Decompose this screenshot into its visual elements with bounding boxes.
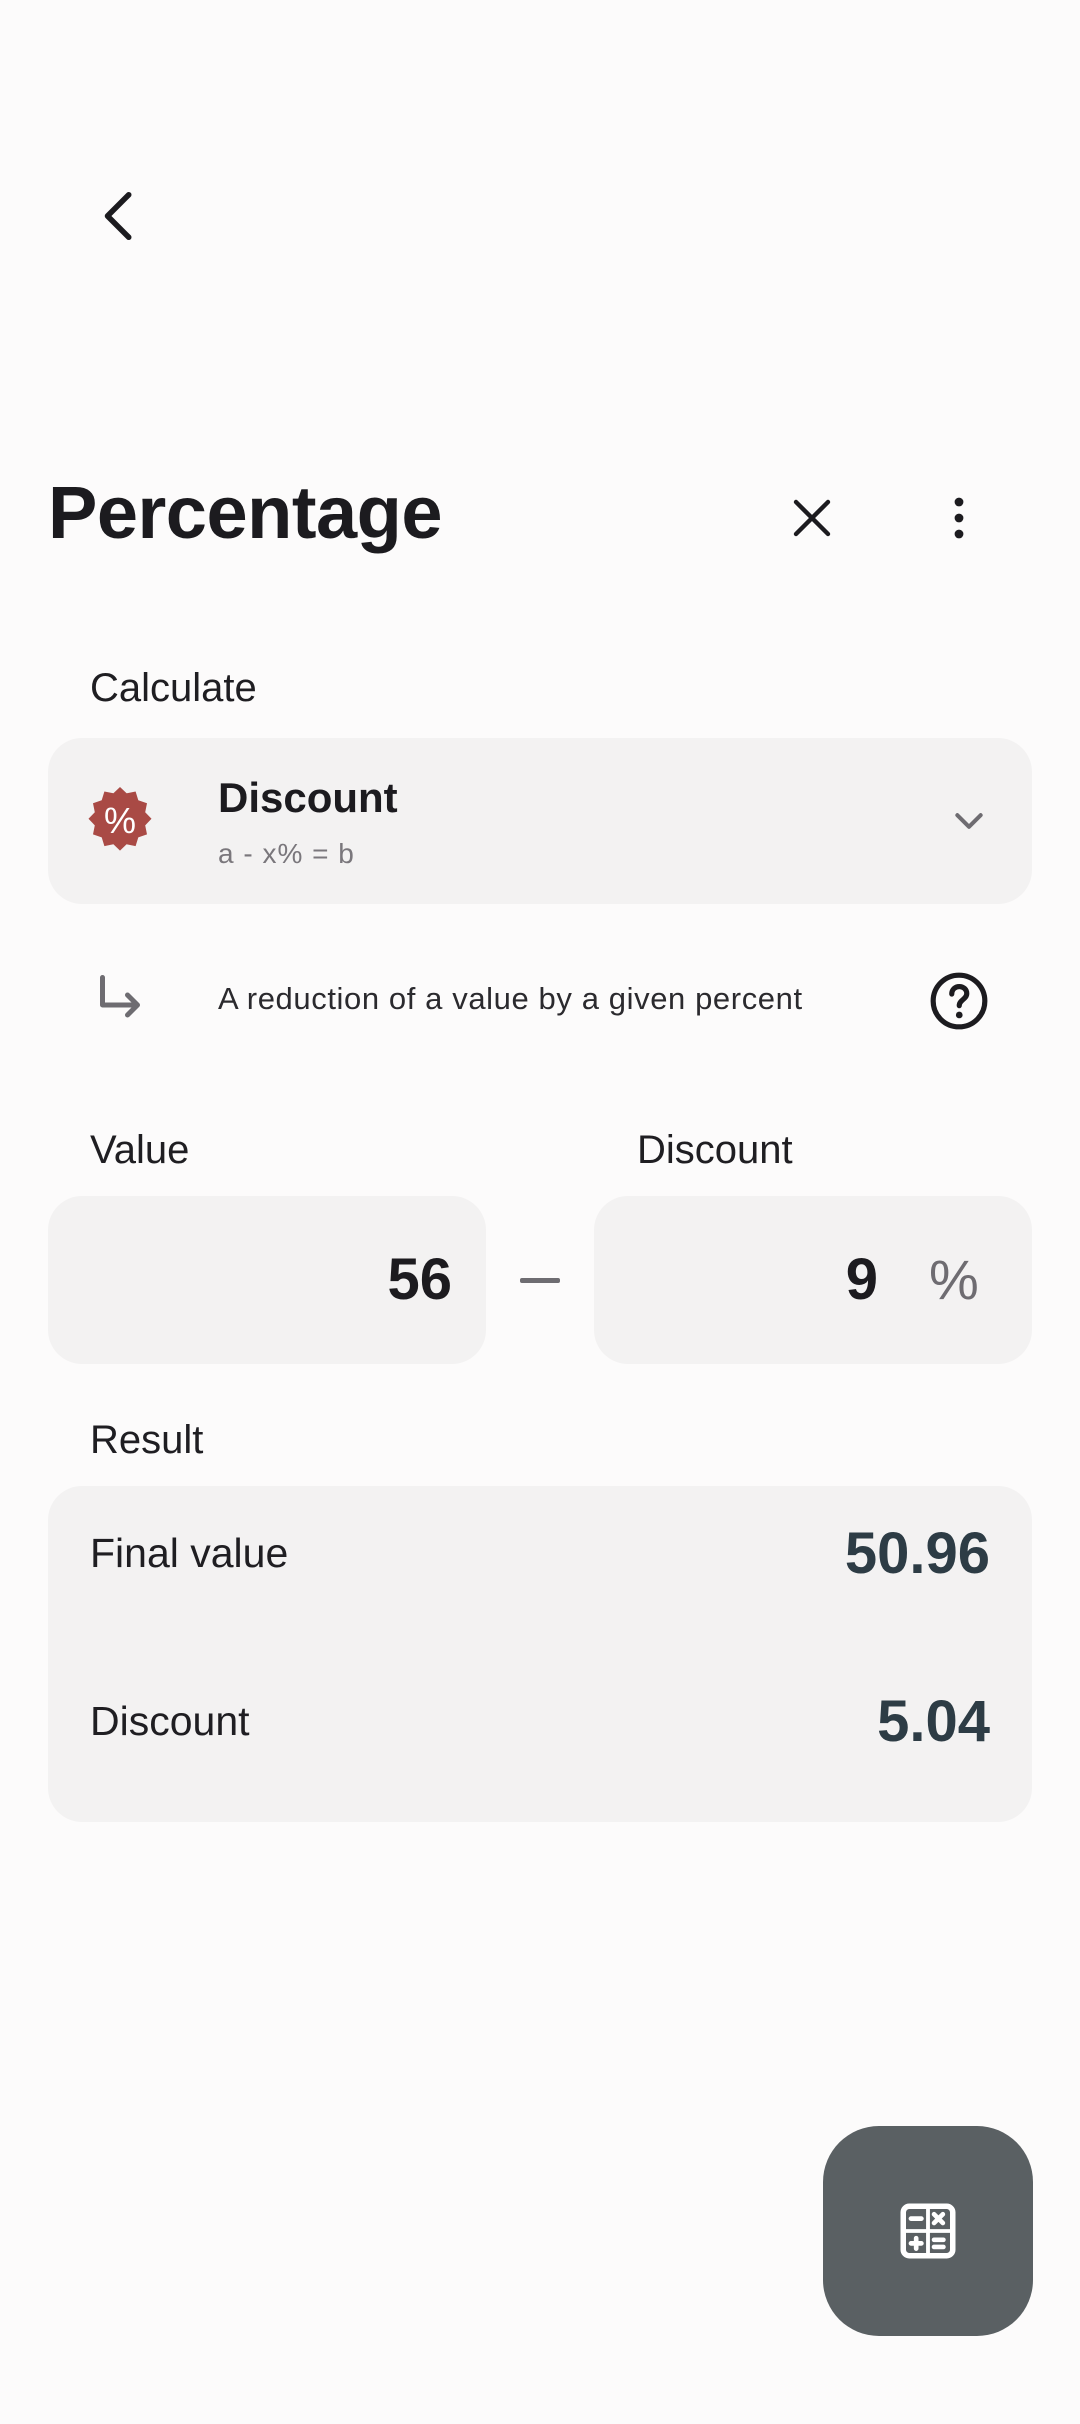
- mode-formula: a - x% = b: [218, 838, 355, 869]
- discount-label: Discount: [637, 1128, 793, 1172]
- svg-text:%: %: [104, 800, 136, 841]
- value-field[interactable]: [48, 1196, 486, 1364]
- result-row-discount: Discount 5.04: [90, 1676, 990, 1766]
- close-icon: [793, 499, 831, 537]
- chevron-left-icon: [104, 192, 132, 240]
- discount-amount-number: 5.04: [877, 1688, 990, 1754]
- back-button[interactable]: [72, 168, 168, 264]
- calculator-fab-button[interactable]: [823, 2126, 1033, 2336]
- result-card: Final value 50.96 Discount 5.04: [48, 1486, 1032, 1822]
- calculation-mode-dropdown[interactable]: % Discount a - x% = b: [48, 738, 1032, 904]
- percentage-screen: Percentage Calculate % Discount a - x% =…: [0, 0, 1080, 2424]
- close-button[interactable]: [764, 470, 860, 566]
- result-label: Result: [90, 1418, 204, 1462]
- page-title: Percentage: [48, 471, 442, 554]
- chevron-down-icon: [955, 813, 983, 829]
- discount-input[interactable]: [624, 1196, 878, 1364]
- minus-sign: [520, 1278, 560, 1283]
- final-value-number: 50.96: [844, 1520, 990, 1586]
- mode-name: Discount: [218, 774, 398, 821]
- calculator-icon: [900, 2203, 956, 2259]
- discount-field[interactable]: %: [594, 1196, 1032, 1364]
- discount-amount-label: Discount: [90, 1697, 250, 1744]
- more-vertical-icon: [954, 497, 964, 539]
- dropdown-toggle[interactable]: [938, 790, 1000, 852]
- value-input[interactable]: [78, 1196, 452, 1364]
- help-circle-icon[interactable]: [928, 970, 990, 1032]
- mode-description: A reduction of a value by a given percen…: [218, 981, 803, 1016]
- subdirectory-arrow-right-icon: [100, 975, 140, 1018]
- percent-suffix: %: [929, 1248, 979, 1311]
- final-value-label: Final value: [90, 1529, 289, 1576]
- value-label: Value: [90, 1128, 190, 1172]
- more-options-button[interactable]: [911, 470, 1007, 566]
- calculate-label: Calculate: [90, 666, 257, 710]
- discount-badge-icon: %: [88, 787, 152, 851]
- result-row-final-value: Final value 50.96: [90, 1508, 990, 1598]
